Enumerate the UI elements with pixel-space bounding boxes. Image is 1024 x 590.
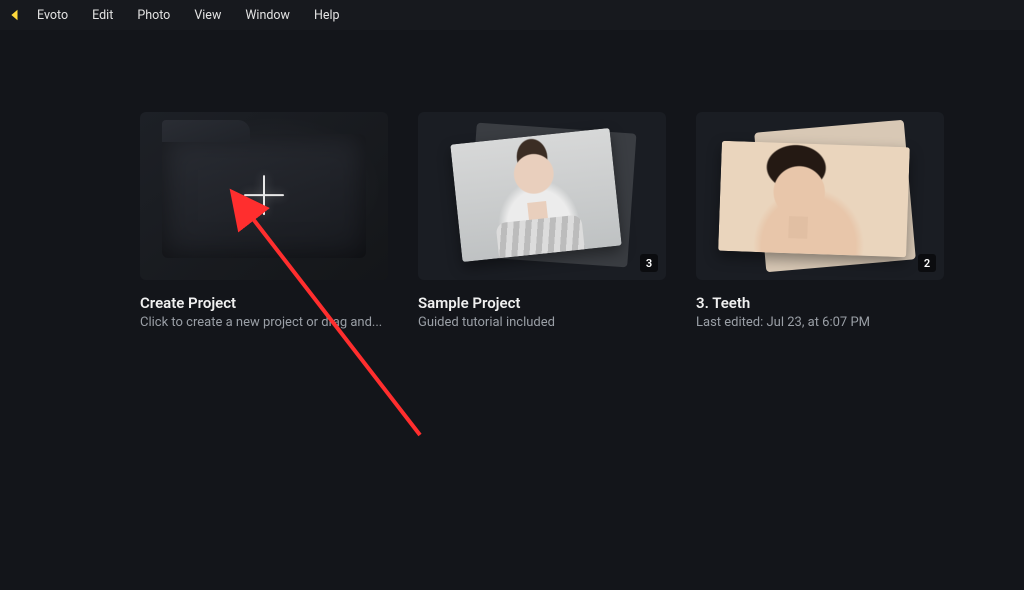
menubar: Evoto Edit Photo View Window Help <box>0 0 1024 30</box>
thumbnail-front <box>718 141 910 257</box>
menu-edit[interactable]: Edit <box>81 4 124 27</box>
project-title: Sample Project <box>418 294 666 312</box>
project-subtitle: Last edited: Jul 23, at 6:07 PM <box>696 315 944 330</box>
photo-count-badge: 3 <box>640 254 658 272</box>
create-project-card: Create Project Click to create a new pro… <box>140 112 388 330</box>
create-project-title: Create Project <box>140 294 388 312</box>
photo-count-badge: 2 <box>918 254 936 272</box>
thumbnail-front <box>450 128 621 262</box>
project-grid: Create Project Click to create a new pro… <box>0 30 1024 330</box>
portrait-image <box>718 141 910 257</box>
project-card-teeth: 2 3. Teeth Last edited: Jul 23, at 6:07 … <box>696 112 944 330</box>
project-title: 3. Teeth <box>696 294 944 312</box>
project-subtitle: Guided tutorial included <box>418 315 666 330</box>
project-tile-sample[interactable]: 3 <box>418 112 666 280</box>
app-logo-icon <box>6 7 22 23</box>
menu-window[interactable]: Window <box>234 4 301 27</box>
create-project-subtitle: Click to create a new project or drag an… <box>140 315 388 330</box>
create-project-tile[interactable] <box>140 112 388 280</box>
portrait-image <box>450 128 621 262</box>
project-tile-teeth[interactable]: 2 <box>696 112 944 280</box>
plus-icon <box>243 174 285 216</box>
menu-evoto[interactable]: Evoto <box>26 4 79 27</box>
menu-help[interactable]: Help <box>303 4 351 27</box>
menu-photo[interactable]: Photo <box>126 4 181 27</box>
menu-view[interactable]: View <box>183 4 232 27</box>
project-card-sample: 3 Sample Project Guided tutorial include… <box>418 112 666 330</box>
